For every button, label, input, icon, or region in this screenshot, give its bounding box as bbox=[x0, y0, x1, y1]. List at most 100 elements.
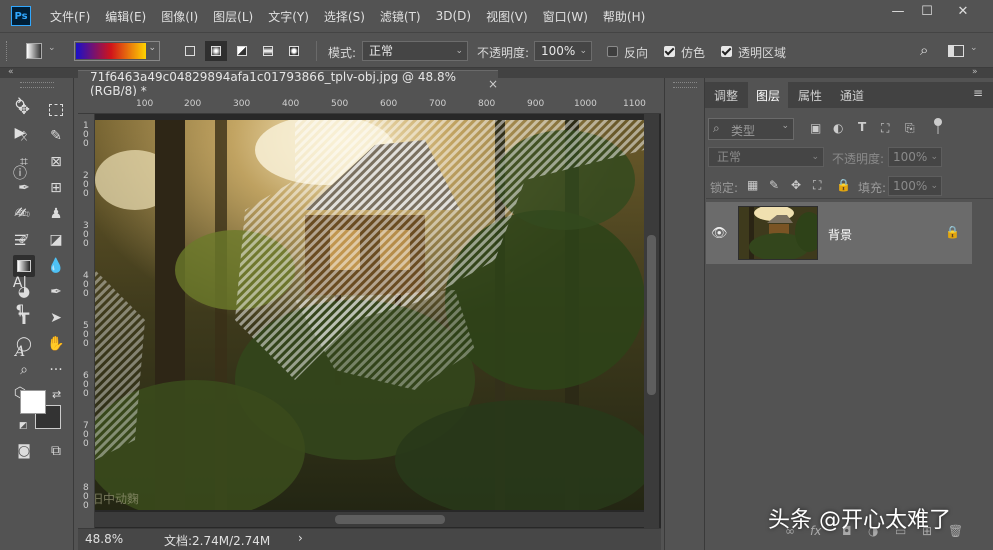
radial-gradient-button[interactable] bbox=[205, 41, 227, 61]
gradient-picker[interactable]: ⌄ bbox=[74, 41, 160, 61]
reverse-checkbox[interactable] bbox=[607, 46, 618, 57]
chevron-down-icon[interactable]: ⌄ bbox=[970, 43, 978, 53]
lock-artboard-icon[interactable]: ⛶ bbox=[813, 178, 821, 193]
diamond-gradient-button[interactable] bbox=[284, 41, 304, 61]
more-tools-icon[interactable]: ··· bbox=[45, 359, 67, 381]
fill-input[interactable]: 100% ⌄ bbox=[888, 176, 942, 196]
tab-adjustments[interactable]: 调整 bbox=[706, 82, 746, 108]
actions-panel-icon[interactable]: ▶ bbox=[8, 122, 32, 144]
glyphs-panel-icon[interactable]: A bbox=[8, 341, 32, 363]
menu-3d[interactable]: 3D(D) bbox=[436, 9, 471, 23]
horizontal-scrollbar[interactable] bbox=[95, 512, 644, 527]
transparency-label: 透明区域 bbox=[738, 46, 787, 60]
menu-layer[interactable]: 图层(L) bbox=[213, 8, 253, 25]
overlay-watermark: 头条 @开心太难了 bbox=[768, 508, 951, 533]
stamp-tool-icon[interactable]: ♟ bbox=[45, 203, 67, 225]
grip-handle[interactable] bbox=[6, 41, 9, 61]
filter-smart-object-icon[interactable]: ⎘ bbox=[905, 121, 915, 136]
screen-mode-icon[interactable]: ⧉ bbox=[45, 440, 67, 462]
opacity-input[interactable]: 100% ⌄ bbox=[534, 41, 592, 61]
hand-tool-icon[interactable]: ✋ bbox=[45, 333, 67, 355]
quick-select-tool-icon[interactable]: ✎ bbox=[45, 125, 67, 147]
foreground-color-swatch[interactable] bbox=[20, 390, 46, 414]
dock-grip[interactable] bbox=[673, 82, 697, 88]
adjust-sliders-icon[interactable]: ☰ bbox=[8, 230, 32, 252]
frame-tool-icon[interactable]: ⊠ bbox=[45, 151, 67, 173]
blur-tool-icon[interactable]: 💧 bbox=[45, 255, 67, 277]
ruler-tick: 400 bbox=[282, 99, 300, 109]
eye-visibility-icon[interactable]: 👁 bbox=[711, 226, 728, 241]
paragraph-panel-icon[interactable]: ¶ bbox=[8, 300, 32, 322]
layer-opacity-input[interactable]: 100% ⌄ bbox=[888, 147, 942, 167]
collapse-left-icon[interactable]: « bbox=[8, 67, 14, 77]
menu-edit[interactable]: 编辑(E) bbox=[105, 8, 146, 25]
linear-gradient-button[interactable] bbox=[180, 41, 200, 61]
menu-select[interactable]: 选择(S) bbox=[324, 8, 365, 25]
tab-channels[interactable]: 通道 bbox=[832, 82, 872, 108]
filter-toggle-switch[interactable] bbox=[934, 118, 942, 136]
lock-position-icon[interactable]: ✥ bbox=[791, 178, 801, 192]
ruler-tick: 600 bbox=[380, 99, 398, 109]
ruler-tick: 4 0 0 bbox=[83, 271, 89, 299]
document-canvas-image[interactable]: 旧中动麴 bbox=[95, 120, 644, 510]
transparency-checkbox[interactable] bbox=[721, 46, 732, 57]
menu-view[interactable]: 视图(V) bbox=[486, 8, 528, 25]
reflected-gradient-button[interactable] bbox=[258, 41, 278, 61]
menu-help[interactable]: 帮助(H) bbox=[603, 8, 645, 25]
info-panel-icon[interactable]: ⓘ bbox=[8, 162, 32, 184]
tool-preset-picker[interactable]: ⌄ bbox=[24, 41, 56, 61]
tab-layers[interactable]: 图层 bbox=[748, 82, 788, 108]
photo-watermark: 旧中动麴 bbox=[95, 492, 140, 506]
eraser-tool-icon[interactable]: ◪ bbox=[45, 229, 67, 251]
menu-image[interactable]: 图像(I) bbox=[161, 8, 198, 25]
blend-mode-value: 正常 bbox=[717, 150, 742, 164]
blend-mode-select[interactable]: 正常 ⌄ bbox=[708, 147, 824, 167]
lock-all-icon[interactable]: 🔒 bbox=[836, 178, 851, 192]
maximize-button[interactable]: ☐ bbox=[912, 2, 942, 20]
menu-file[interactable]: 文件(F) bbox=[50, 8, 90, 25]
swap-colors-icon[interactable]: ⇄ bbox=[52, 388, 61, 401]
angle-gradient-button[interactable] bbox=[232, 41, 252, 61]
ruler-tick: 2 0 0 bbox=[83, 171, 89, 199]
quick-mask-icon[interactable]: ◙ bbox=[13, 440, 35, 462]
healing-tool-icon[interactable]: ⊞ bbox=[45, 177, 67, 199]
document-tab-title: 71f6463a49c04829894afa1c01793866_tplv-ob… bbox=[90, 69, 456, 98]
vertical-scroll-thumb[interactable] bbox=[647, 235, 656, 395]
minimize-button[interactable]: — bbox=[883, 2, 913, 20]
lock-transparent-icon[interactable]: ▦ bbox=[747, 178, 758, 192]
layer-name[interactable]: 背景 bbox=[828, 226, 852, 243]
tools-grip[interactable] bbox=[20, 82, 54, 88]
horizontal-scroll-thumb[interactable] bbox=[335, 515, 445, 524]
close-window-button[interactable]: ✕ bbox=[948, 2, 978, 20]
default-colors-icon[interactable]: ◩ bbox=[19, 421, 28, 431]
status-menu-arrow[interactable]: › bbox=[298, 531, 303, 545]
zoom-level[interactable]: 48.8% bbox=[85, 532, 123, 546]
filter-type-icon[interactable]: T bbox=[858, 120, 866, 134]
document-tab[interactable]: 71f6463a49c04829894afa1c01793866_tplv-ob… bbox=[78, 69, 498, 98]
character-panel-icon[interactable]: A| bbox=[8, 272, 32, 294]
search-icon[interactable]: ⌕ bbox=[920, 41, 928, 59]
menu-window[interactable]: 窗口(W) bbox=[543, 8, 588, 25]
filter-adjustment-icon[interactable]: ◐ bbox=[833, 121, 843, 135]
reverse-label: 反向 bbox=[624, 46, 649, 60]
menu-filter[interactable]: 滤镜(T) bbox=[380, 8, 421, 25]
path-select-tool-icon[interactable]: ➤ bbox=[45, 307, 67, 329]
panel-menu-icon[interactable]: ≡ bbox=[973, 86, 983, 100]
marquee-tool-icon[interactable] bbox=[45, 99, 67, 121]
lock-image-icon[interactable]: ✎ bbox=[769, 178, 779, 192]
gradient-swatch bbox=[76, 43, 146, 59]
tab-properties[interactable]: 属性 bbox=[790, 82, 830, 108]
pen-tool-icon[interactable]: ✒ bbox=[45, 281, 67, 303]
collapse-right-icon[interactable]: » bbox=[972, 67, 978, 77]
filter-pixel-icon[interactable]: ▣ bbox=[810, 121, 821, 135]
history-panel-icon[interactable]: ⥁ bbox=[8, 94, 32, 116]
brush-settings-icon[interactable]: ✍ bbox=[8, 202, 32, 224]
menu-type[interactable]: 文字(Y) bbox=[268, 8, 309, 25]
ruler-tick: 5 0 0 bbox=[83, 321, 89, 349]
filter-shape-icon[interactable]: ⛶ bbox=[881, 121, 889, 136]
dither-checkbox[interactable] bbox=[664, 46, 675, 57]
layer-filter-select[interactable]: ⌕ 类型 ⌄ bbox=[708, 118, 794, 140]
workspace-icon[interactable] bbox=[948, 45, 964, 57]
close-tab-button[interactable]: × bbox=[488, 77, 498, 91]
mode-select[interactable]: 正常 ⌄ bbox=[362, 41, 468, 61]
